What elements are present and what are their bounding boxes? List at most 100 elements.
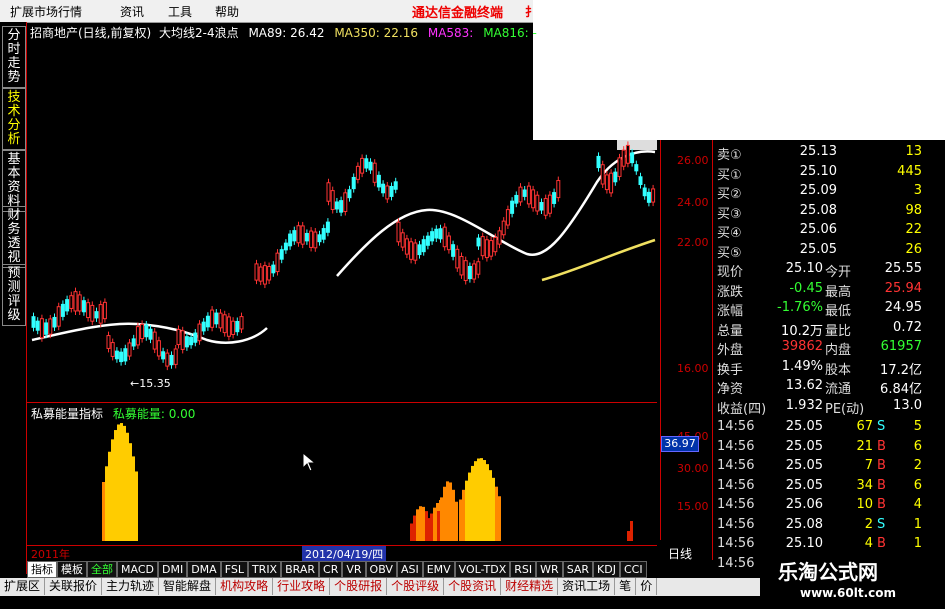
- candle: [638, 176, 643, 186]
- candle: [543, 198, 548, 216]
- indicator-tab[interactable]: SAR: [562, 561, 594, 578]
- tab-technical[interactable]: 技术分析: [2, 88, 26, 150]
- indicator-tab[interactable]: VR: [342, 561, 366, 578]
- indicator-tab[interactable]: KDJ: [593, 561, 620, 578]
- indicator-tab[interactable]: ASI: [396, 561, 423, 578]
- date-strip[interactable]: 2011年 2012/04/19/四: [27, 545, 657, 562]
- function-tab[interactable]: 关联报价: [45, 578, 103, 595]
- candle: [325, 221, 330, 233]
- watermark: 乐淘公式网 www.60lt.com: [760, 548, 945, 609]
- quote-row: 14:56 25.05 7 B 2: [717, 458, 922, 478]
- period-label[interactable]: 日线: [668, 545, 692, 562]
- quote-row: 14:56 25.05 67 S 5: [717, 419, 922, 439]
- candle: [360, 157, 365, 174]
- book-label: 买①: [717, 167, 742, 183]
- tab-fundamentals[interactable]: 基本资料: [2, 150, 26, 212]
- energy-bar: [135, 471, 138, 541]
- indicator-tab[interactable]: CR: [319, 561, 343, 578]
- candle: [355, 165, 360, 180]
- watermark-url: www.60lt.com: [800, 586, 897, 600]
- stock-title: 招商地产(日线,前复权): [30, 26, 152, 40]
- indicator-tab[interactable]: BRAR: [281, 561, 320, 578]
- candle: [189, 336, 194, 346]
- menu-news[interactable]: 资讯: [120, 3, 144, 20]
- tab-forecast[interactable]: 预测评级: [2, 264, 26, 326]
- function-tab[interactable]: 财经精选: [501, 578, 559, 595]
- indicator-tab[interactable]: EMV: [422, 561, 455, 578]
- function-tab[interactable]: 资讯工场: [558, 578, 616, 595]
- book-label: 买②: [717, 187, 742, 202]
- price-axis: 26.00 24.00 22.00 16.00 45.00 36.97 30.0…: [660, 140, 711, 540]
- tab-financials[interactable]: 财务透视: [2, 206, 26, 268]
- candle: [161, 351, 166, 360]
- tick-time: 14:56: [717, 497, 755, 512]
- energy-bar: [471, 465, 474, 541]
- candle: [140, 323, 145, 340]
- function-tab[interactable]: 主力轨迹: [102, 578, 160, 595]
- candle: [94, 311, 99, 319]
- indicator-tab[interactable]: OBV: [365, 561, 397, 578]
- function-tab[interactable]: 个股资讯: [444, 578, 502, 595]
- candle: [400, 232, 405, 248]
- stat-value-2: 61957: [880, 339, 922, 354]
- stat-label: 换手: [717, 362, 744, 378]
- indicator-tab[interactable]: FSL: [220, 561, 248, 578]
- candle: [239, 316, 244, 330]
- energy-bar: [102, 482, 105, 541]
- energy-bar: [495, 486, 498, 541]
- menu-extended-market[interactable]: 扩展市场行情: [10, 3, 82, 20]
- indicator-tab[interactable]: WR: [536, 561, 563, 578]
- stat-label-2: 量比: [825, 323, 852, 339]
- book-qty: 445: [897, 163, 922, 179]
- function-tab[interactable]: 价: [636, 578, 658, 595]
- tick-price: 25.08: [785, 516, 823, 532]
- candle: [135, 326, 140, 346]
- function-tab[interactable]: 智能解盘: [159, 578, 217, 595]
- indicator-tab[interactable]: RSI: [510, 561, 537, 578]
- tick-price: 25.05: [785, 438, 823, 454]
- function-tab[interactable]: 个股评级: [387, 578, 445, 595]
- book-label: 卖①: [717, 148, 742, 163]
- mouse-cursor-icon: [302, 452, 317, 472]
- candlestick-chart[interactable]: [27, 42, 657, 402]
- function-tab[interactable]: 扩展区: [0, 578, 46, 595]
- candle: [300, 225, 305, 245]
- indicator-tab[interactable]: 全部: [87, 561, 117, 578]
- stat-value: -0.45: [789, 280, 823, 296]
- function-tab[interactable]: 笔: [615, 578, 637, 595]
- function-tab[interactable]: 个股研报: [330, 578, 388, 595]
- energy-bar: [416, 509, 419, 541]
- indicator-tab[interactable]: 指标: [27, 561, 57, 578]
- stat-value: 10.2万: [781, 323, 823, 339]
- tab-intraday[interactable]: 分时走势: [2, 26, 26, 88]
- menu-tools[interactable]: 工具: [168, 3, 192, 20]
- axis-tick: 22.00: [677, 236, 709, 249]
- function-tab[interactable]: 行业攻略: [273, 578, 331, 595]
- indicator-tab[interactable]: TRIX: [247, 561, 282, 578]
- app-brand: 通达信金融终端: [412, 6, 504, 21]
- indicator-tab[interactable]: MACD: [117, 561, 158, 578]
- candle: [201, 321, 206, 332]
- candle: [630, 152, 635, 164]
- tick-time: 14:56: [717, 516, 755, 532]
- candle: [476, 237, 481, 247]
- candle: [275, 252, 280, 273]
- candle: [173, 348, 178, 365]
- ma89-label: MA89: 26.42: [248, 26, 325, 40]
- stat-value-2: 17.2亿: [880, 362, 922, 378]
- menu-help[interactable]: 帮助: [215, 3, 239, 20]
- candle: [231, 320, 236, 335]
- indicator-tab[interactable]: DMI: [157, 561, 188, 578]
- indicator-panel[interactable]: 私募能量指标 私募能量: 0.00: [27, 402, 657, 543]
- indicator-tab[interactable]: CCI: [619, 561, 647, 578]
- candle: [604, 174, 609, 191]
- candle: [110, 342, 115, 357]
- indicator-tab[interactable]: VOL-TDX: [454, 561, 511, 578]
- book-qty: 3: [913, 183, 922, 198]
- book-price: 25.13: [799, 144, 837, 159]
- candle: [339, 200, 344, 213]
- indicator-tab[interactable]: 模板: [57, 561, 87, 578]
- stat-value-2: 6.84亿: [880, 382, 922, 397]
- function-tab[interactable]: 机构攻略: [216, 578, 274, 595]
- indicator-tab[interactable]: DMA: [187, 561, 221, 578]
